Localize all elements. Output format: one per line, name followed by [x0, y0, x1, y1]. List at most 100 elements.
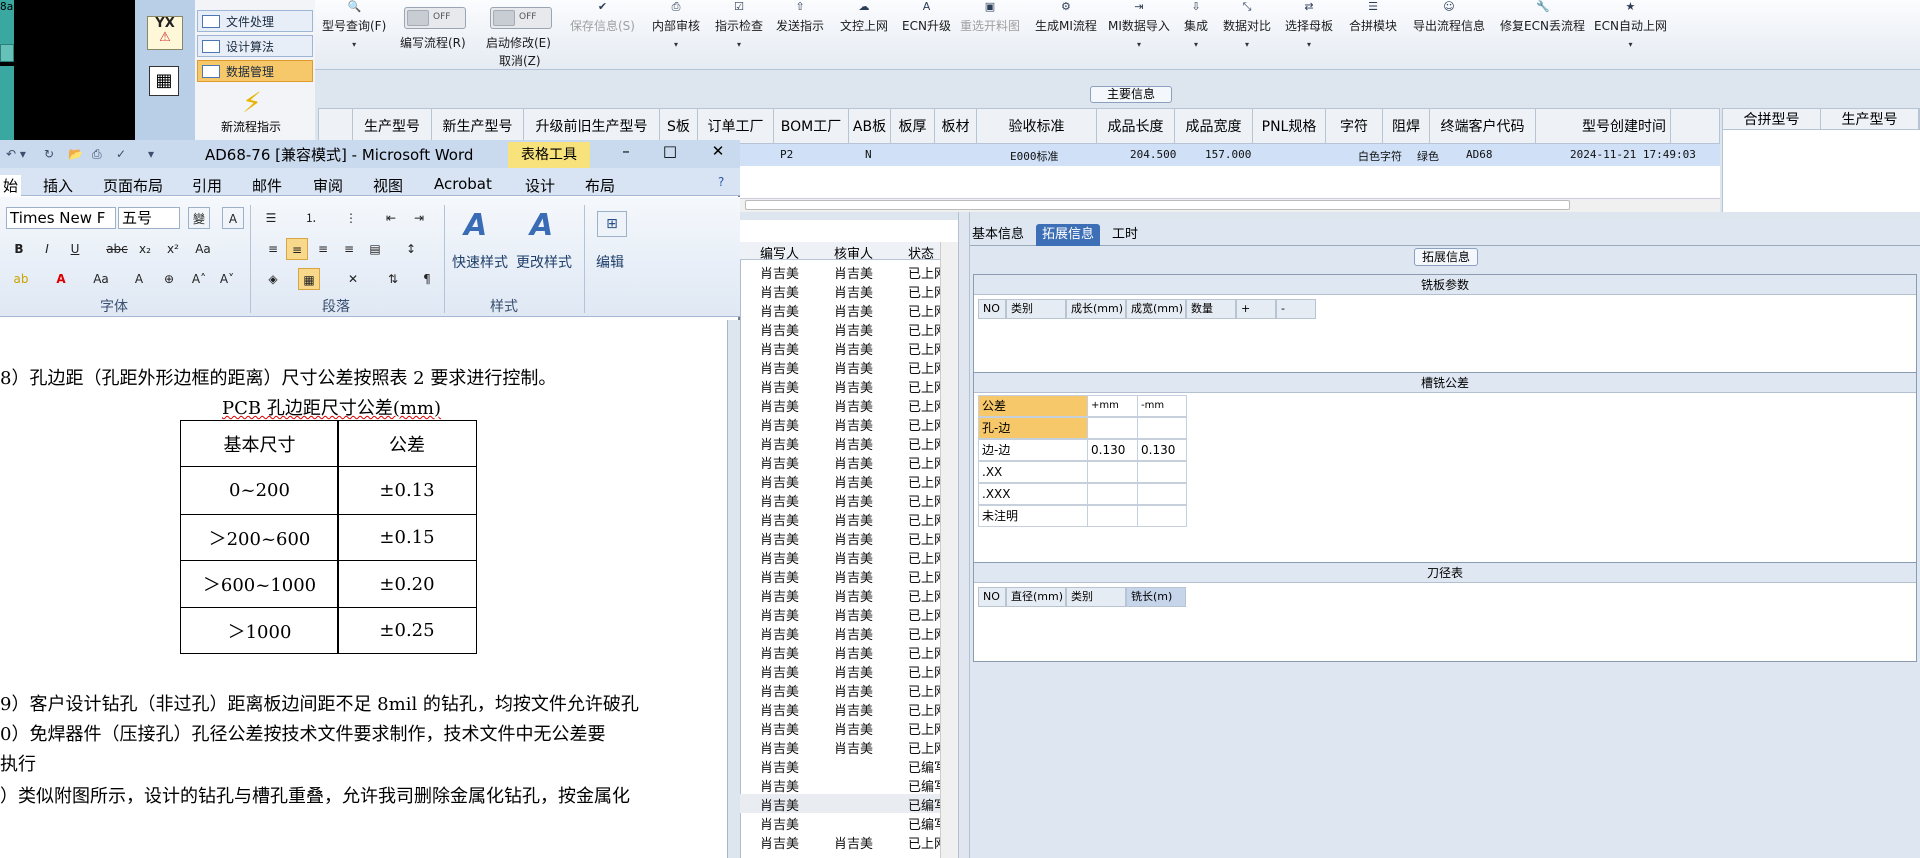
table-tools-tab[interactable]: 表格工具: [508, 142, 590, 168]
tolerance-cell[interactable]: [1087, 483, 1138, 505]
table-header-cell[interactable]: 公差: [337, 420, 477, 467]
list-item[interactable]: 肖吉美 已编写: [740, 813, 947, 833]
bold-icon[interactable]: B: [8, 238, 30, 260]
col-merge-model[interactable]: 合拼型号: [1723, 109, 1821, 129]
ribbon-export-flow-info[interactable]: ☺ 导出流程信息: [1413, 0, 1485, 34]
table-cell[interactable]: ＞1000: [180, 607, 339, 654]
col-production-model[interactable]: 生产型号: [353, 109, 432, 143]
clear-format-icon[interactable]: Aa: [192, 238, 214, 260]
list-item[interactable]: 肖吉美 肖吉美 已上网: [740, 566, 947, 586]
borders-icon[interactable]: ▦: [298, 268, 320, 290]
chinese-layout-icon[interactable]: ✕: [342, 268, 364, 290]
line-spacing-icon[interactable]: ↕: [400, 238, 422, 260]
tab-view[interactable]: 视图: [373, 175, 403, 196]
col-new-model[interactable]: 新生产型号: [432, 109, 524, 143]
list-item[interactable]: 肖吉美 肖吉美 已上网: [740, 490, 947, 510]
col-order-factory[interactable]: 订单工厂: [698, 109, 774, 143]
tab-acrobat[interactable]: Acrobat: [434, 175, 492, 193]
col-writer[interactable]: 编写人: [760, 243, 799, 262]
list-item[interactable]: 肖吉美 肖吉美 已上网: [740, 395, 947, 415]
list-item[interactable]: 肖吉美 肖吉美 已上网: [740, 471, 947, 491]
char-border-icon[interactable]: A: [222, 207, 244, 229]
list-item[interactable]: 肖吉美 肖吉美 已上网: [740, 414, 947, 434]
align-left-icon[interactable]: ≡: [262, 238, 284, 260]
list-item[interactable]: 肖吉美 肖吉美 已上网: [740, 300, 947, 320]
tolerance-cell[interactable]: [1087, 417, 1138, 439]
table-cell[interactable]: 0~200: [180, 466, 339, 515]
list-item[interactable]: 肖吉美 肖吉美 已上网: [740, 737, 947, 757]
list-item[interactable]: 肖吉美 肖吉美 已上网: [740, 433, 947, 453]
tolerance-cell[interactable]: 0.130: [1137, 439, 1187, 461]
list-item[interactable]: 肖吉美 肖吉美 已上网: [740, 832, 947, 852]
ribbon-ecn-upgrade[interactable]: A ECN升级: [902, 0, 951, 34]
ribbon-model-query[interactable]: 🔍 型号查询(F) ▾: [322, 0, 386, 49]
table-cell[interactable]: ±0.15: [337, 514, 477, 561]
tab-design[interactable]: 设计: [525, 175, 555, 196]
yx-logo-icon[interactable]: YX ⚠: [147, 16, 183, 50]
help-icon[interactable]: ?: [718, 175, 724, 189]
list-item[interactable]: 肖吉美 肖吉美 已上网: [740, 585, 947, 605]
numbering-icon[interactable]: ⒈: [300, 207, 322, 229]
list-item[interactable]: 肖吉美 肖吉美 已上网: [740, 718, 947, 738]
tolerance-cell[interactable]: [1087, 505, 1138, 527]
table-header-cell[interactable]: 基本尺寸: [180, 420, 339, 467]
tab-extended-info[interactable]: 拓展信息: [1036, 224, 1101, 246]
list-item[interactable]: 肖吉美 肖吉美 已上网: [740, 452, 947, 472]
table-cell[interactable]: ＞200~600: [180, 514, 339, 561]
tab-work-hours[interactable]: 工时: [1106, 224, 1144, 246]
tab-references[interactable]: 引用: [192, 175, 222, 196]
customize-qat-icon[interactable]: ▾: [148, 147, 154, 161]
list-item[interactable]: 肖吉美 肖吉美 已上网: [740, 376, 947, 396]
font-size-box[interactable]: 五号: [118, 207, 180, 229]
write-flow-toggle[interactable]: OFF: [404, 7, 466, 29]
char-shading-icon[interactable]: A: [128, 268, 150, 290]
ribbon-data-compare[interactable]: ⤡ 数据对比 ▾: [1223, 0, 1271, 49]
tab-mailings[interactable]: 邮件: [252, 175, 282, 196]
shrink-font-icon[interactable]: A˅: [216, 268, 238, 290]
ribbon-save-info[interactable]: ✔ 保存信息(S): [570, 0, 635, 34]
sort-icon[interactable]: ⇅: [382, 268, 404, 290]
col-width[interactable]: 成品宽度: [1175, 109, 1253, 143]
list-item[interactable]: 肖吉美 肖吉美 已上网: [740, 699, 947, 719]
change-styles-icon[interactable]: A: [530, 208, 553, 243]
change-case-icon[interactable]: Aa: [90, 268, 112, 290]
col-bom-factory[interactable]: BOM工厂: [774, 109, 849, 143]
print-preview-icon[interactable]: ⎙: [92, 147, 102, 162]
ribbon-merge-module[interactable]: ☰ 合拼模块: [1349, 0, 1397, 34]
enclose-char-icon[interactable]: ⊕: [158, 268, 180, 290]
list-item[interactable]: 肖吉美 肖吉美 已上网: [740, 262, 947, 282]
col-status[interactable]: 状态: [908, 243, 934, 262]
tab-page-layout[interactable]: 页面布局: [103, 175, 163, 196]
superscript-icon[interactable]: x²: [162, 238, 184, 260]
nav-item-data-management[interactable]: 数据管理: [197, 60, 313, 82]
col-solder-mask[interactable]: 阻焊: [1383, 109, 1430, 143]
font-name-box[interactable]: Times New F: [6, 207, 116, 229]
quick-styles-label[interactable]: 快速样式: [452, 252, 508, 272]
col-ab-board[interactable]: AB板: [849, 109, 891, 143]
ribbon-generate-mi-flow[interactable]: ⚙ 生成MI流程: [1035, 0, 1097, 34]
col-material[interactable]: 板材: [935, 109, 977, 143]
bullets-icon[interactable]: ☰: [260, 207, 282, 229]
ribbon-reselect-cut-map[interactable]: ▣ 重选开料图: [960, 0, 1020, 34]
show-marks-icon[interactable]: ¶: [416, 268, 438, 290]
justify-icon[interactable]: ≡: [338, 238, 360, 260]
tab-review[interactable]: 审阅: [313, 175, 343, 196]
splitter[interactable]: [958, 212, 970, 858]
strikethrough-icon[interactable]: abc: [106, 238, 128, 260]
teal-button[interactable]: [0, 44, 14, 62]
cancel-label[interactable]: 取消(Z): [499, 52, 541, 69]
underline-icon[interactable]: U: [64, 238, 86, 260]
col-s-board[interactable]: S板: [660, 109, 698, 143]
col-thickness[interactable]: 板厚: [891, 109, 935, 143]
ribbon-integrate[interactable]: ⇩ 集成 ▾: [1184, 0, 1208, 49]
col-old-model[interactable]: 升级前旧生产型号: [524, 109, 660, 143]
table-cell[interactable]: ±0.20: [337, 560, 477, 608]
col-reviewer[interactable]: 核审人: [834, 243, 873, 262]
list-item[interactable]: 肖吉美 肖吉美 已上网: [740, 357, 947, 377]
list-item[interactable]: 肖吉美 肖吉美 已上网: [740, 528, 947, 548]
list-item[interactable]: 肖吉美 肖吉美 已上网: [740, 661, 947, 681]
list-item[interactable]: 肖吉美 已编写: [740, 756, 947, 776]
col-created-time[interactable]: 型号创建时间: [1536, 109, 1671, 143]
ribbon-fix-ecn-flow[interactable]: 🔧 修复ECN丢流程: [1500, 0, 1585, 34]
minimize-icon[interactable]: –: [612, 142, 640, 160]
